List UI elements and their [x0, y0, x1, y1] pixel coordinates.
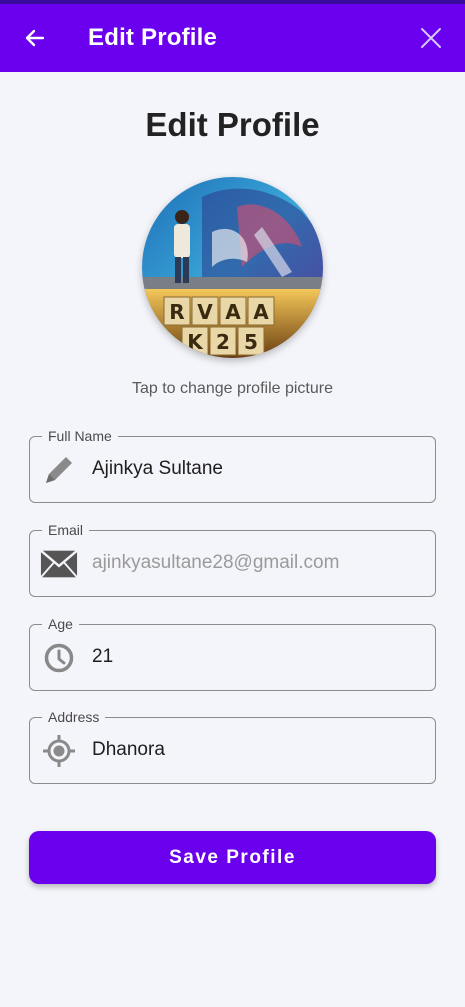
sign-letter: K — [187, 330, 204, 354]
sign-letter: R — [169, 300, 184, 324]
close-button[interactable] — [415, 22, 447, 54]
pencil-icon — [40, 451, 78, 489]
address-label: Address — [42, 708, 106, 726]
sign-letter: 5 — [244, 330, 258, 354]
sign-letter: 2 — [216, 330, 230, 354]
back-button[interactable] — [18, 21, 52, 55]
email-placeholder: ajinkyasultane28@gmail.com — [92, 552, 340, 573]
page-heading: Edit Profile — [145, 106, 320, 143]
profile-avatar[interactable]: R V A A K 2 5 — [142, 177, 323, 358]
full-name-label: Full Name — [42, 427, 118, 445]
address-value: Dhanora — [92, 739, 165, 760]
save-profile-button[interactable]: Save Profile — [29, 831, 436, 884]
app-bar-title: Edit Profile — [88, 24, 218, 51]
email-label: Email — [42, 521, 90, 539]
age-value: 21 — [92, 646, 114, 667]
clock-icon — [40, 639, 78, 677]
age-label: Age — [42, 615, 79, 633]
sign-letter: A — [253, 300, 269, 324]
full-name-field[interactable]: Full Name Ajinkya Sultane — [29, 427, 436, 503]
email-field[interactable]: Email ajinkyasultane28@gmail.com — [29, 521, 436, 597]
avatar-hint-text: Tap to change profile picture — [131, 380, 333, 397]
address-field[interactable]: Address Dhanora — [29, 708, 436, 784]
app-bar: Edit Profile — [0, 4, 465, 72]
profile-photo: R V A A K 2 5 — [142, 177, 323, 358]
arrow-left-icon — [25, 29, 45, 47]
sign-letter: V — [197, 300, 213, 324]
close-icon — [421, 28, 441, 48]
age-field[interactable]: Age 21 — [29, 615, 436, 691]
location-target-icon — [40, 732, 78, 770]
envelope-icon — [40, 545, 78, 583]
sign-letter: A — [225, 300, 241, 324]
full-name-value: Ajinkya Sultane — [92, 458, 223, 479]
